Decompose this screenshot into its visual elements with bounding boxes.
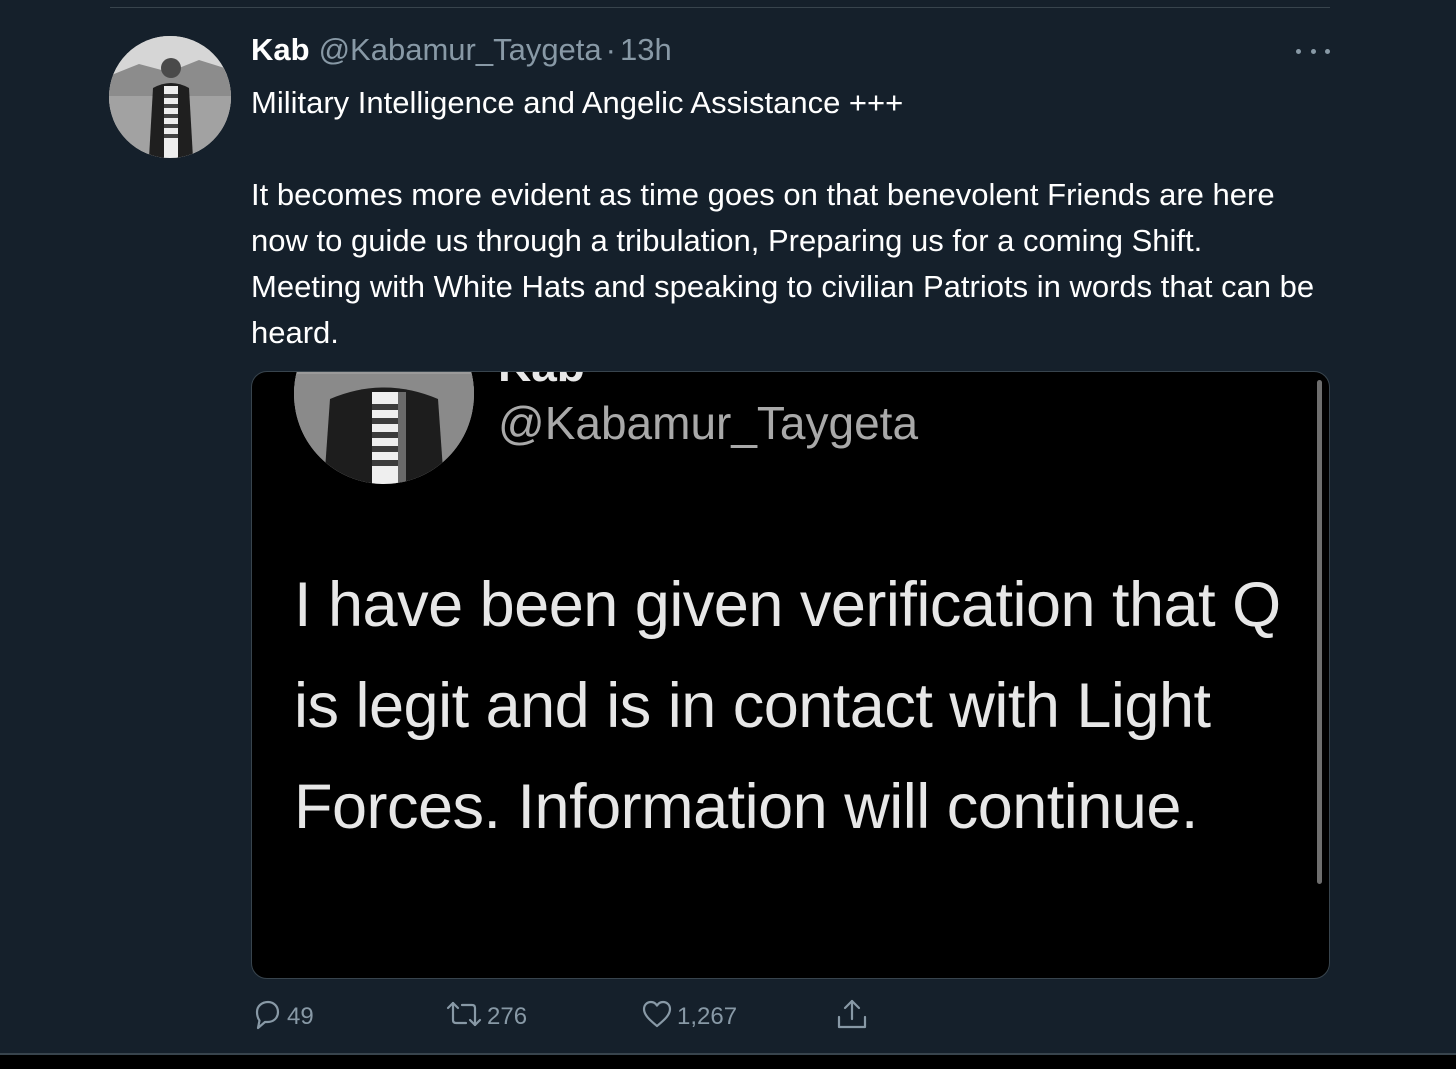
tweet-media-image[interactable]: Kab @Kabamur_Taygeta I have been given v… [251, 371, 1330, 979]
top-divider [110, 7, 1330, 8]
reply-count: 49 [287, 1003, 314, 1030]
retweet-count: 276 [487, 1003, 528, 1030]
media-avatar [294, 372, 474, 484]
author-avatar[interactable] [109, 36, 231, 158]
media-scrollbar [1317, 380, 1322, 884]
retweet-button[interactable]: 276 [445, 992, 527, 1036]
tweet-body: It becomes more evident as time goes on … [251, 177, 1315, 350]
heart-icon [642, 1000, 672, 1028]
share-button[interactable] [835, 992, 869, 1036]
more-options-button[interactable] [1296, 38, 1330, 64]
bottom-strip [0, 1055, 1456, 1069]
reply-bubble-icon [255, 1000, 280, 1030]
more-dot [1310, 48, 1316, 54]
retweet-icon [446, 1001, 482, 1027]
media-quote-text: I have been given verification that Q is… [294, 570, 1281, 842]
timestamp[interactable]: 13h [620, 32, 672, 68]
share-upload-icon [837, 999, 867, 1029]
reply-button[interactable]: 49 [251, 992, 314, 1036]
tweet-title-line: Military Intelligence and Angelic Assist… [251, 85, 904, 120]
tweet-text: Military Intelligence and Angelic Assist… [251, 80, 1321, 356]
media-author-name: Kab [498, 372, 585, 392]
separator-dot: · [605, 32, 616, 67]
author-handle[interactable]: @Kabamur_Taygeta [319, 32, 602, 68]
tweet-header: Kab @Kabamur_Taygeta · 13h [251, 32, 672, 72]
like-button[interactable]: 1,267 [641, 992, 737, 1036]
author-name[interactable]: Kab [251, 32, 310, 68]
media-author-handle: @Kabamur_Taygeta [498, 397, 919, 449]
tweet-actions: 49 276 1,267 [251, 992, 891, 1036]
more-horizontal-icon [1296, 48, 1301, 54]
like-count: 1,267 [677, 1003, 738, 1030]
more-dot [1325, 48, 1330, 54]
